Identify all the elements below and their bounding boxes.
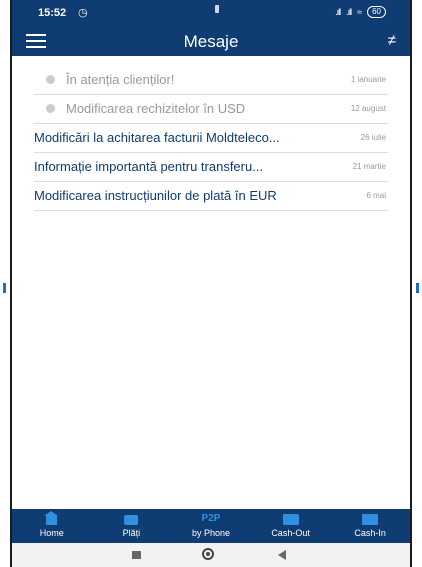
tab-cash-in[interactable]: Cash-In [330,509,410,543]
left-edge-handle [3,283,6,293]
message-subject: Modificarea instrucțiunilor de plată în … [34,188,277,203]
wifi-icon: ≈ [357,7,362,17]
tab-label: Plăți [122,528,141,538]
read-dot-icon [46,104,55,113]
message-date: 26 iulie [360,133,386,142]
system-nav-bar [12,543,410,567]
message-subject: Modificări la achitarea facturii Moldtel… [34,130,280,145]
tab-label: Home [39,528,64,538]
tab-cash-out[interactable]: Cash-Out [251,509,331,543]
read-dot-icon [46,75,55,84]
page-title: Mesaje [183,32,239,51]
status-icons: .ıll .ıll ≈ 60 [335,6,386,18]
atm-icon [330,512,410,526]
message-row[interactable]: Modificarea instrucțiunilor de plată în … [34,182,388,211]
bottom-tab-bar: Home Plăți P2P by Phone Cash-Out Cash-In [12,509,410,543]
message-subject: Informație importantă pentru transferu..… [34,159,264,174]
message-list: În atenția clienților! 1 ianuarie Modifi… [34,66,388,211]
home-icon [12,511,92,526]
tab-label: by Phone [191,528,230,538]
message-date: 12 august [350,104,386,113]
app-bar: Mesaje ≠ [12,26,410,56]
status-bar: 15:52 ◷ .ıll .ıll ≈ 60 [12,0,410,26]
right-edge-handle [416,283,419,293]
tab-home[interactable]: Home [12,509,92,543]
back-button[interactable] [278,550,286,560]
phone-screen: 15:52 ◷ .ıll .ıll ≈ 60 Mesaje ≠ În atenț… [10,0,412,567]
p2p-icon: P2P [201,513,221,524]
camera-notch [215,5,219,13]
message-row[interactable]: Modificări la achitarea facturii Moldtel… [34,124,388,153]
status-time: 15:52 [38,7,67,19]
message-date: 1 ianuarie [350,75,386,84]
alarm-icon: ◷ [78,7,88,19]
message-row[interactable]: În atenția clienților! 1 ianuarie [34,66,388,95]
signal-icon: .ıll [335,7,341,17]
home-button[interactable] [202,548,214,560]
tab-p2p[interactable]: P2P by Phone [171,509,251,543]
atm-icon [251,512,331,526]
signal-icon-2: .ıll [346,7,352,17]
tab-label: Cash-Out [271,528,310,538]
tab-label: Cash-In [354,528,386,538]
message-row[interactable]: Informație importantă pentru transferu..… [34,153,388,182]
message-date: 6 mai [366,191,386,200]
message-row[interactable]: Modificarea rechizitelor în USD 12 augus… [34,95,388,124]
wallet-icon [92,512,172,526]
tab-payments[interactable]: Plăți [92,509,172,543]
filter-icon[interactable]: ≠ [388,32,396,49]
message-subject: În atenția clienților! [66,72,175,87]
message-subject: Modificarea rechizitelor în USD [66,101,246,116]
battery-icon: 60 [367,6,386,18]
message-date: 21 martie [352,162,386,171]
recent-apps-button[interactable] [132,551,141,559]
